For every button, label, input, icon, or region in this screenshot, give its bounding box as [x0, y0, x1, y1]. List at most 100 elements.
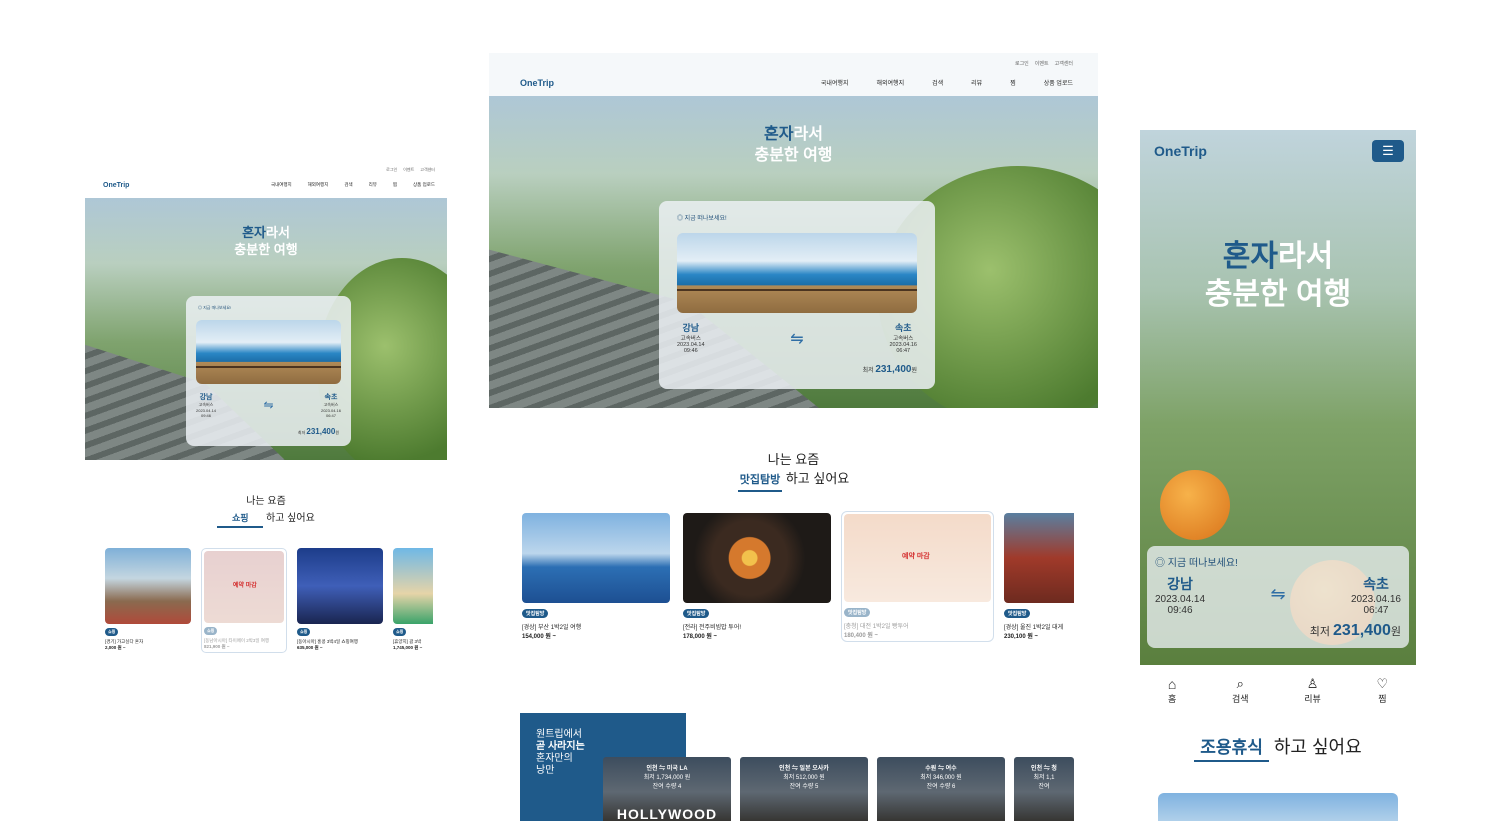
trip-card[interactable]: ◎ 지금 떠나보세요! 강남 2023.04.14 09:46 ⇋ 속초 2023.0… [1147, 546, 1409, 648]
nav-search[interactable]: 검색 [344, 182, 352, 188]
event-link[interactable]: 이벤트 [403, 167, 414, 172]
support-link[interactable]: 고객센터 [1055, 60, 1073, 69]
product-card[interactable]: 맛집탐방 [충청] 대전 1박2일 빵투어 180,400 원 ~ [841, 511, 994, 642]
to-time: 06:47 [896, 348, 911, 354]
product-tag: 맛집탐방 [844, 608, 871, 617]
nav-domestic[interactable]: 국내여행지 [821, 78, 849, 87]
category-chip[interactable]: 쇼핑 [217, 510, 264, 528]
promo-line2: 곧 사라지는 [536, 741, 585, 752]
product-tag: 쇼핑 [297, 628, 311, 636]
product-card[interactable]: 쇼핑 [동남아시아] 타이페이 2박3일 여행 821,900 원 ~ [201, 548, 287, 653]
nav-search[interactable]: 검색 [932, 78, 943, 87]
search-icon: ⌕ [1236, 676, 1244, 691]
bottom-nav: ⌂ 홈 ⌕ 검색 ♙ 리뷰 ♡ 찜 [1140, 676, 1416, 712]
product-tag: 맛집탐방 [683, 609, 710, 618]
product-image [1158, 793, 1398, 821]
trip-price: 최저 231,400원 [1309, 622, 1401, 639]
orange-fruit [1160, 470, 1230, 540]
hero-bold: 혼자 [764, 126, 794, 143]
ticket-card[interactable]: 수원 ⇋ 여수 최저 346,000 원 잔여 수량 6 [877, 757, 1005, 821]
intro-line1: 나는 요즘 [246, 496, 286, 507]
desktop-medium-frame: 로그인 이벤트 고객센터 OneTrip 국내여행지 해외여행지 검색 리뷰 찜… [489, 53, 1098, 821]
nav-domestic[interactable]: 국내여행지 [271, 182, 292, 188]
nav-overseas[interactable]: 해외여행지 [308, 182, 329, 188]
bottom-nav-wishlist[interactable]: ♡ 찜 [1377, 676, 1389, 712]
bottom-nav-home[interactable]: ⌂ 홈 [1168, 676, 1176, 712]
product-price: 154,000 원 ~ [522, 634, 557, 640]
nav-upload[interactable]: 상품 업로드 [413, 182, 435, 188]
logo[interactable]: OneTrip [103, 182, 129, 189]
from-time: 09:46 [1167, 605, 1193, 616]
trip-route: 강남 고속버스 2023.04.14 09:46 ⇋ 속초 고속버스 2023.04.16… [186, 392, 351, 418]
product-card[interactable]: 맛집탐방 [경상] 부산 1박2일 여행 154,000 원 ~ [522, 513, 670, 640]
intro: 조용휴식 하고 싶어요 [1140, 735, 1416, 762]
nav-wishlist[interactable]: 찜 [393, 182, 397, 188]
to-time: 06:47 [1363, 605, 1389, 616]
hero-bold: 혼자 [1222, 240, 1278, 273]
from-city: 강남 [1167, 576, 1193, 592]
trip-badge: ◎ 지금 떠나보세요! [198, 305, 232, 310]
from-sub: 고속버스 [680, 336, 701, 342]
ticket-card[interactable]: 인천 ⇋ 청 최저 1,1 잔여 [1014, 757, 1074, 821]
swap-icon: ⇋ [263, 398, 274, 412]
home-icon: ⌂ [1167, 676, 1177, 692]
support-link[interactable]: 고객센터 [420, 167, 435, 172]
ticket-card[interactable]: 인천 ⇋ 미국 LA 최저 1,734,000 원 잔여 수량 4 HOLLYWOOD [603, 757, 731, 821]
nav-review[interactable]: 리뷰 [971, 78, 982, 87]
to-sub: 고속버스 [893, 336, 914, 342]
navbar: OneTrip 국내여행지 해외여행지 검색 리뷰 찜 상품 업로드 [85, 172, 447, 198]
bottom-nav-search[interactable]: ⌕ 검색 [1232, 676, 1249, 712]
ticket-card[interactable]: 인천 ⇋ 일본 오사카 최저 512,000 원 잔여 수량 5 [740, 757, 868, 821]
product-price: 178,000 원 ~ [683, 634, 718, 640]
login-link[interactable]: 로그인 [1015, 60, 1029, 69]
intro-suffix: 하고 싶어요 [1273, 737, 1362, 757]
product-price: 1,745,000 원 ~ [393, 645, 423, 650]
product-price: 821,900 원 ~ [204, 644, 230, 649]
nav-wishlist[interactable]: 찜 [1010, 78, 1016, 87]
event-link[interactable]: 이벤트 [1035, 60, 1049, 69]
product-card[interactable]: 쇼핑 [경기] 가고싶다 혼자 2,000 원 ~ [105, 548, 191, 651]
from-city: 강남 [199, 394, 213, 401]
category-chip[interactable]: 조용휴식 [1194, 736, 1269, 762]
intro-suffix: 하고 싶어요 [785, 471, 850, 486]
hero-rest: 라서 [1278, 240, 1334, 273]
intro: 나는 요즘 쇼핑 하고 싶어요 [85, 494, 447, 528]
hamburger-icon[interactable]: ☰ [1372, 140, 1404, 162]
logo[interactable]: OneTrip [1154, 143, 1207, 159]
trip-route: 강남 고속버스 2023.04.14 09:46 ⇋ 속초 고속버스 2023.04.16… [659, 321, 935, 354]
trip-badge: ◎ 지금 떠나보세요! [677, 216, 727, 222]
trip-card[interactable]: ◎ 지금 떠나보세요! 강남 고속버스 2023.04.14 09:46 ⇋ 속초 고속… [659, 201, 935, 389]
trip-card[interactable]: ◎ 지금 떠나보세요! 강남 고속버스 2023.04.14 09:46 ⇋ 속초 고속… [186, 296, 351, 446]
product-tag: 쇼핑 [204, 627, 218, 635]
from-time: 09:46 [201, 413, 212, 418]
nav-upload[interactable]: 상품 업로드 [1044, 78, 1073, 87]
hero-title: 혼자라서 충분한 여행 [85, 224, 447, 258]
trip-photo [196, 320, 341, 384]
product-card[interactable]: 쇼핑 [휴양지] 괌 3박 1,745,000 원 ~ [393, 548, 433, 651]
login-link[interactable]: 로그인 [386, 167, 397, 172]
product-price: 230,100 원 ~ [1004, 634, 1039, 640]
hero-line2: 충분한 여행 [234, 242, 298, 257]
bottom-nav-review[interactable]: ♙ 리뷰 [1304, 676, 1321, 712]
product-image [105, 548, 191, 624]
heart-icon: ♡ [1376, 676, 1389, 691]
swap-icon: ⇋ [790, 331, 804, 348]
product-price: 635,000 원 ~ [297, 645, 323, 650]
product-title: [전라] 전주비빔밥 투어! [683, 625, 742, 631]
hero: 혼자라서 충분한 여행 ◎ 지금 떠나보세요! 강남 고속버스 2023.04.14… [85, 198, 447, 460]
trip-price: 최저 231,400원 [862, 364, 917, 375]
hero: 혼자라서 충분한 여행 ◎ 지금 떠나보세요! 강남 고속버스 2023.04.14… [489, 96, 1098, 408]
nav-review[interactable]: 리뷰 [369, 182, 377, 188]
category-chip[interactable]: 맛집탐방 [737, 471, 783, 492]
closed-label: 예약 마감 [233, 583, 257, 589]
product-card[interactable]: 맛집탐방 [전라] 전주비빔밥 투어! 178,000 원 ~ [683, 513, 831, 640]
product-card[interactable]: 쇼핑 [동아시아] 홍콩 3박4일 쇼핑여행 635,000 원 ~ [297, 548, 383, 651]
intro-line1: 나는 요즘 [767, 452, 820, 467]
hero-rest: 라서 [793, 126, 823, 143]
logo[interactable]: OneTrip [520, 78, 554, 88]
nav-overseas[interactable]: 해외여행지 [876, 78, 904, 87]
mobile-frame: OneTrip ☰ 혼자라서 충분한 여행 ◎ 지금 떠나보세요! 강남 2023… [1140, 130, 1416, 821]
product-card[interactable]: 맛집탐방 [경상] 울진 1박2일 대게 230,100 원 ~ [1004, 513, 1074, 640]
promo-line1: 원트립에서 [536, 729, 582, 740]
product-image [393, 548, 433, 624]
